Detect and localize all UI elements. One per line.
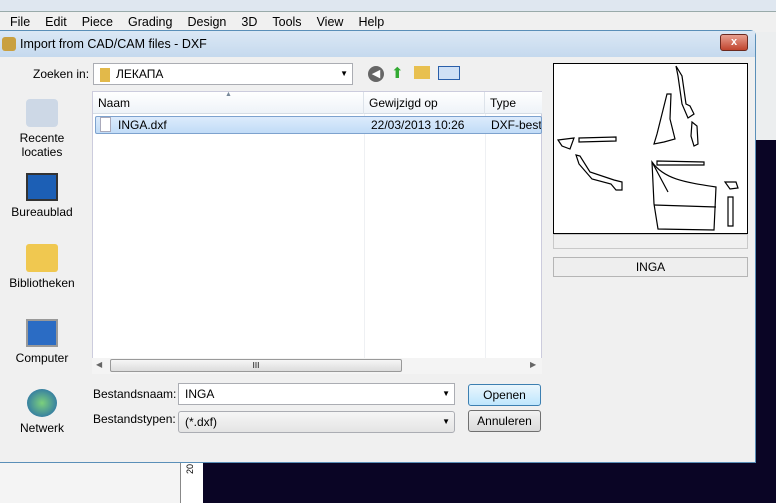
menu-edit[interactable]: Edit	[45, 15, 67, 29]
scroll-thumb[interactable]: III	[110, 359, 402, 372]
app-icon	[2, 37, 16, 51]
column-name[interactable]: Naam ▲	[93, 91, 364, 114]
file-modified: 22/03/2013 10:26	[371, 118, 465, 132]
menu-view[interactable]: View	[317, 15, 344, 29]
menu-tools[interactable]: Tools	[272, 15, 301, 29]
place-label: Computer	[15, 351, 69, 365]
chevron-down-icon: ▼	[340, 69, 348, 78]
place-network[interactable]: Netwerk	[0, 389, 84, 435]
ruler: 20	[180, 462, 203, 503]
chevron-down-icon: ▼	[442, 389, 450, 398]
file-row[interactable]: INGA.dxf 22/03/2013 10:26 DXF-besta	[95, 116, 542, 134]
look-in-value: ЛЕКАПА	[116, 67, 164, 81]
dxf-preview	[553, 63, 748, 234]
list-header: Naam ▲ Gewijzigd op Type	[93, 91, 543, 114]
filetype-label: Bestandstypen:	[93, 412, 176, 426]
place-label: Netwerk	[19, 421, 64, 435]
import-dialog: Import from CAD/CAM files - DXF x Zoeken…	[0, 30, 756, 463]
file-name: INGA.dxf	[118, 118, 167, 132]
places-sidebar: Recente locaties Bureaublad Bibliotheken…	[0, 89, 90, 453]
ruler-label: 20	[185, 463, 196, 475]
column-label: Gewijzigd op	[369, 96, 438, 110]
back-icon[interactable]: ◀	[368, 66, 384, 82]
place-label: Recente locaties	[19, 131, 65, 159]
dialog-title-bar: Import from CAD/CAM files - DXF	[0, 31, 755, 57]
filetype-select[interactable]: (*.dxf) ▼	[178, 411, 455, 433]
libraries-icon	[26, 244, 58, 272]
network-icon	[27, 389, 57, 417]
menu-design[interactable]: Design	[187, 15, 226, 29]
up-folder-icon[interactable]: ⬆	[391, 64, 404, 82]
filename-label: Bestandsnaam:	[93, 387, 177, 401]
app-panel	[0, 462, 203, 503]
preview-drawing	[556, 65, 739, 231]
file-icon	[100, 117, 111, 132]
menu-piece[interactable]: Piece	[82, 15, 113, 29]
computer-icon	[26, 319, 58, 347]
place-label: Bibliotheken	[9, 276, 75, 290]
place-libraries[interactable]: Bibliotheken	[0, 244, 84, 290]
column-type[interactable]: Type	[485, 92, 543, 114]
filetype-value: (*.dxf)	[185, 415, 218, 429]
place-recent[interactable]: Recente locaties	[0, 99, 84, 159]
app-title-bar	[0, 0, 776, 12]
place-desktop[interactable]: Bureaublad	[0, 173, 84, 219]
place-computer[interactable]: Computer	[0, 319, 84, 365]
menu-file[interactable]: File	[10, 15, 30, 29]
filename-input[interactable]: INGA ▼	[178, 383, 455, 405]
look-in-combo[interactable]: ЛЕКАПА ▼	[93, 63, 353, 85]
preview-name: INGA	[553, 257, 748, 277]
horizontal-scrollbar[interactable]: ◀ III ▶	[92, 358, 542, 374]
column-modified[interactable]: Gewijzigd op	[364, 92, 485, 114]
menu-bar: File Edit Piece Grading Design 3D Tools …	[0, 12, 776, 32]
file-list: Naam ▲ Gewijzigd op Type INGA.dxf 22/03/2…	[92, 91, 543, 374]
dialog-title: Import from CAD/CAM files - DXF	[20, 37, 207, 51]
menu-grading[interactable]: Grading	[128, 15, 172, 29]
filename-value: INGA	[185, 387, 215, 401]
preview-status-bar	[553, 234, 748, 249]
new-folder-icon[interactable]	[414, 66, 430, 79]
menu-3d[interactable]: 3D	[241, 15, 257, 29]
close-button[interactable]: x	[720, 34, 748, 51]
app-toolbar	[755, 32, 776, 140]
folder-icon	[100, 67, 110, 82]
open-button[interactable]: Openen	[468, 384, 541, 406]
sort-ascending-icon: ▲	[225, 91, 232, 98]
look-in-label: Zoeken in:	[33, 67, 90, 81]
column-label: Naam	[98, 96, 131, 110]
chevron-down-icon: ▼	[442, 417, 450, 426]
place-label: Bureaublad	[11, 205, 73, 219]
column-label: Type	[490, 96, 517, 110]
cancel-button[interactable]: Annuleren	[468, 410, 541, 432]
menu-help[interactable]: Help	[358, 15, 384, 29]
desktop-icon	[26, 173, 58, 201]
file-type: DXF-besta	[491, 118, 541, 132]
scroll-right-icon[interactable]: ▶	[530, 360, 536, 369]
scroll-left-icon[interactable]: ◀	[96, 360, 102, 369]
recent-places-icon	[26, 99, 58, 127]
view-menu-icon[interactable]	[438, 66, 460, 80]
